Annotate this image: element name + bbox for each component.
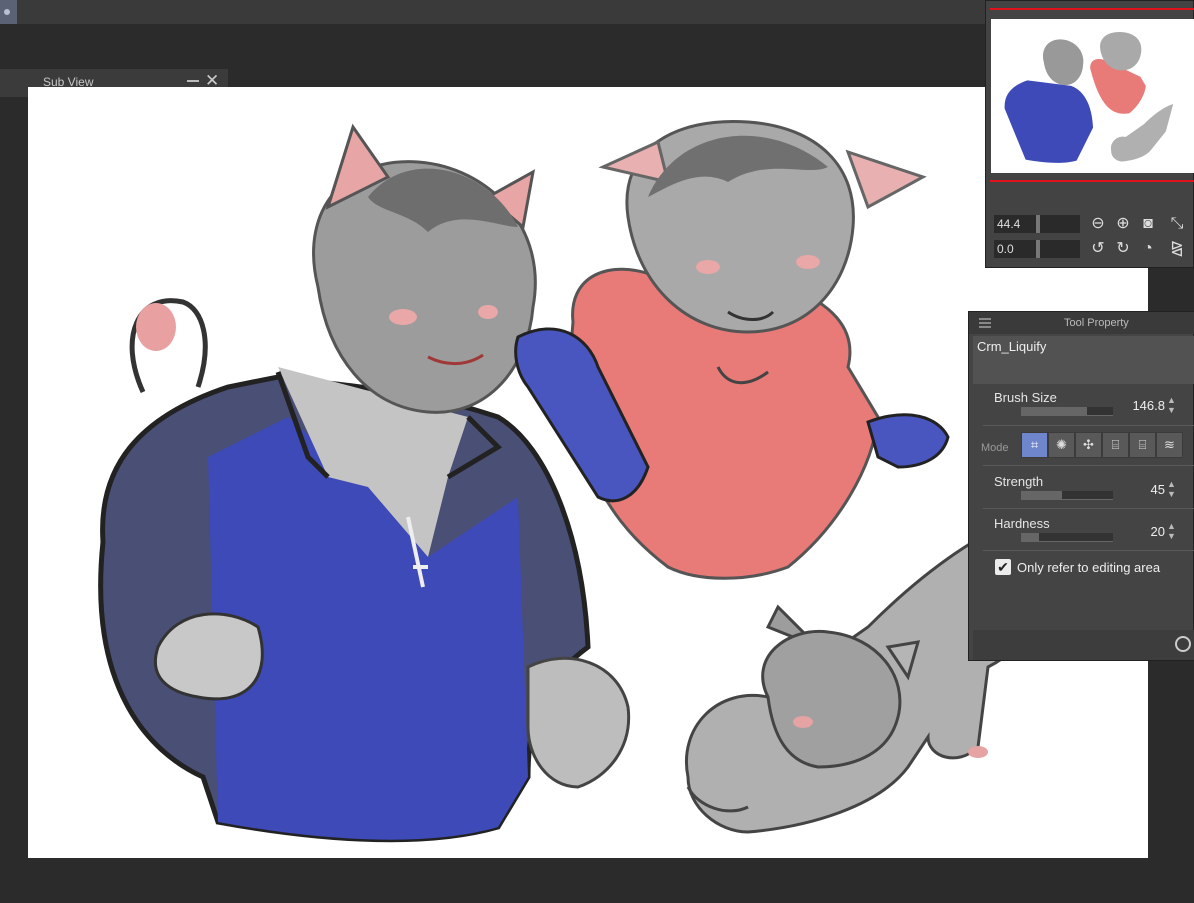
brush-size-fill [1021, 407, 1088, 415]
brush-size-slider[interactable] [1021, 407, 1113, 416]
ear-left-2 [598, 139, 671, 185]
navigator-preview[interactable] [991, 19, 1194, 173]
mode-label: Mode [981, 442, 1009, 454]
arm-right [526, 656, 631, 789]
navigator-view-frame-bottom [990, 180, 1194, 182]
divider [983, 425, 1194, 426]
divider [983, 465, 1194, 466]
rotate-slider-handle[interactable] [1036, 240, 1040, 258]
tool-property-title: Tool Property [1064, 317, 1129, 329]
hardness-slider[interactable] [1021, 533, 1113, 542]
strength-fill [1021, 491, 1063, 499]
tool-property-panel: Tool Property Crm_Liquify Brush Size 146… [968, 311, 1194, 661]
actual-size-icon[interactable]: ⤡ [1167, 214, 1187, 234]
document-tab[interactable] [0, 0, 17, 24]
rotate-left-icon[interactable]: ↺ [1088, 239, 1108, 259]
hardness-stepper[interactable]: ▲ ▼ [1167, 521, 1177, 541]
character-red-hoodie [514, 119, 950, 580]
reset-rotation-icon[interactable]: ◔ [1138, 239, 1158, 259]
fit-screen-icon[interactable]: ◙ [1138, 214, 1158, 234]
mode-expand-button[interactable]: ✺ [1048, 432, 1075, 458]
only-refer-label: Only refer to editing area [1017, 560, 1161, 575]
rotate-right-icon[interactable]: ↻ [1113, 239, 1133, 259]
reset-icon[interactable] [1175, 636, 1191, 652]
brush-size-stepper[interactable]: ▲ ▼ [1167, 395, 1177, 415]
brush-size-row: Brush Size 146.8 ▲ ▼ [983, 386, 1194, 426]
hardness-row: Hardness 20 ▲ ▼ [983, 512, 1194, 552]
mode-twist-right-button[interactable]: ⌸ [1129, 432, 1156, 458]
ear-right-2 [845, 149, 927, 210]
mode-pinch-button[interactable]: ✣ [1075, 432, 1102, 458]
hardness-value[interactable]: 20 [1151, 524, 1165, 539]
strength-slider[interactable] [1021, 491, 1113, 500]
minimize-icon[interactable] [187, 80, 199, 82]
tail-tip [136, 303, 176, 351]
rotate-field[interactable]: 0.0 [994, 240, 1080, 258]
flip-horizontal-icon[interactable]: ⧎ [1167, 239, 1187, 259]
divider [983, 508, 1194, 509]
divider [983, 550, 1194, 551]
strength-stepper[interactable]: ▲ ▼ [1167, 479, 1177, 499]
tab-dot-icon [4, 9, 10, 15]
hardness-fill [1021, 533, 1040, 541]
character-blue-shirt [98, 123, 631, 843]
mode-wave-button[interactable]: ≋ [1156, 432, 1183, 458]
strength-value[interactable]: 45 [1151, 482, 1165, 497]
tool-property-header[interactable]: Tool Property [969, 312, 1194, 334]
zoom-slider-handle[interactable] [1036, 215, 1040, 233]
preview-artwork [1004, 32, 1174, 163]
brush-size-label: Brush Size [994, 390, 1057, 405]
blue-sleeve-right [866, 413, 950, 469]
mode-button-group: ⌗ ✺ ✣ ⌸ ⌸ ≋ [1021, 432, 1183, 458]
menu-icon[interactable] [979, 318, 991, 328]
navigator-view-frame-top [990, 8, 1194, 10]
strength-label: Strength [994, 474, 1044, 489]
brush-size-value[interactable]: 146.8 [1132, 398, 1165, 413]
strength-row: Strength 45 ▲ ▼ [983, 470, 1194, 510]
hardness-label: Hardness [994, 516, 1050, 531]
zoom-field[interactable]: 44.4 [994, 215, 1080, 233]
subtool-name-box: Crm_Liquify [973, 336, 1194, 384]
tool-property-footer [973, 630, 1194, 660]
only-refer-checkbox[interactable]: ✔ [995, 559, 1011, 575]
navigator-panel: 44.4 0.0 ⊖ ⊕ ◙ ⤡ ↺ ↻ ◔ ⧎ [985, 0, 1194, 268]
zoom-in-icon[interactable]: ⊕ [1113, 214, 1133, 234]
zoom-value: 44.4 [997, 217, 1021, 231]
zoom-out-icon[interactable]: ⊖ [1088, 214, 1108, 234]
mode-push-button[interactable]: ⌗ [1021, 432, 1048, 458]
mode-twist-left-button[interactable]: ⌸ [1102, 432, 1129, 458]
rotate-value: 0.0 [997, 242, 1014, 256]
subtool-name: Crm_Liquify [977, 339, 1047, 354]
